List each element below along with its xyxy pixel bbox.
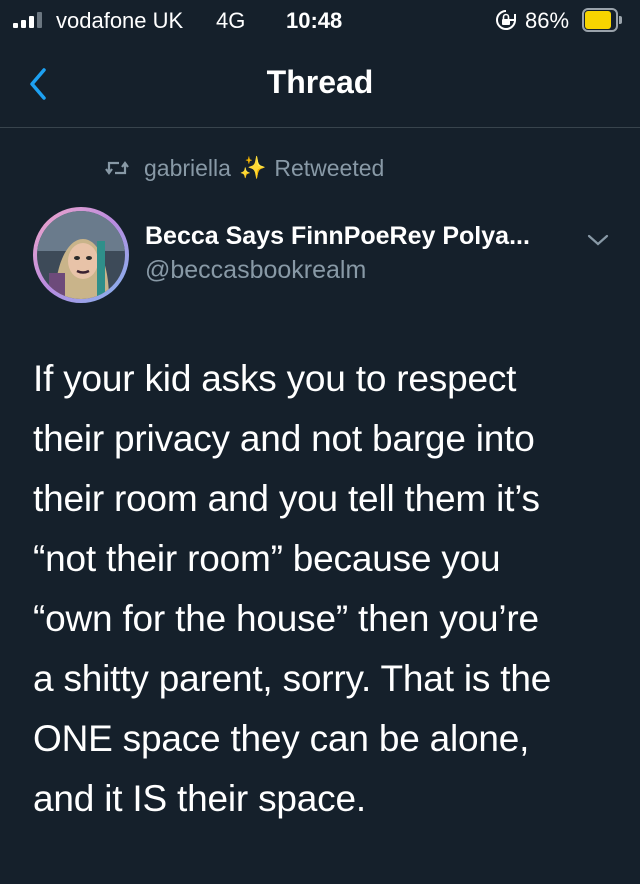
retweet-icon: [105, 161, 129, 175]
avatar[interactable]: [33, 207, 129, 303]
tweet-line: “not their room” because you: [33, 538, 501, 579]
page-title: Thread: [266, 64, 374, 100]
display-name[interactable]: Becca Says FinnPoeRey Polya...: [145, 222, 575, 251]
status-bar: vodafone UK 4G 10:48 86%: [0, 0, 640, 42]
retweet-context: gabriella ✨ Retweeted: [104, 154, 384, 182]
tweet-line: If your kid asks you to respect: [33, 358, 517, 399]
tweet-text: If your kid asks you to respect their pr…: [33, 349, 613, 829]
chevron-down-icon[interactable]: [586, 232, 610, 248]
tweet-line: “own for the house” then you’re: [33, 598, 539, 639]
battery-percent: 86%: [525, 8, 570, 33]
tweet-line: a shitty parent, sorry. That is the: [33, 658, 552, 699]
user-handle[interactable]: @beccasbookrealm: [145, 256, 366, 285]
network-type: 4G: [216, 8, 246, 33]
tweet-line: and it IS their space.: [33, 778, 366, 819]
sparkles-icon: ✨: [238, 155, 267, 180]
avatar-photo: [37, 211, 125, 299]
nav-bar: Thread: [0, 42, 640, 128]
signal-bars-icon: [13, 12, 47, 28]
tweet-line: their room and you tell them it’s: [33, 478, 540, 519]
clock: 10:48: [286, 8, 343, 33]
tweet-line: their privacy and not barge into: [33, 418, 535, 459]
carrier-name: vodafone UK: [56, 8, 184, 33]
tweet-line: ONE space they can be alone,: [33, 718, 530, 759]
battery-icon: [582, 8, 622, 32]
retweeter-name[interactable]: gabriella: [144, 155, 231, 182]
retweet-label: Retweeted: [274, 154, 385, 181]
orientation-lock-icon: [496, 10, 516, 30]
